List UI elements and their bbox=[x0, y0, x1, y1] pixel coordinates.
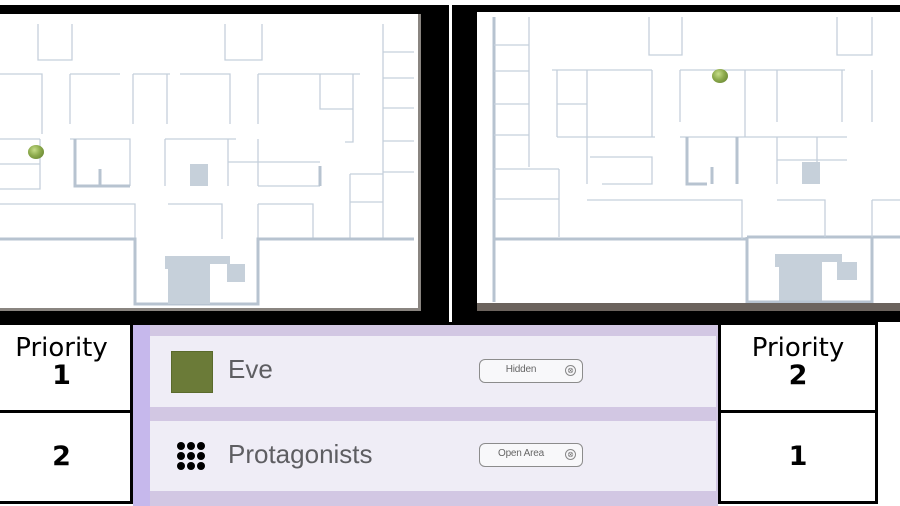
panel-scroll-edge bbox=[133, 325, 150, 506]
priority-value: 2 bbox=[52, 441, 71, 472]
entry-name: Protagonists bbox=[228, 439, 373, 469]
map-view-left[interactable] bbox=[0, 5, 449, 322]
list-item-protagonists[interactable]: Protagonists Open Area ⊗ bbox=[150, 421, 716, 491]
priority-row-right: 1 bbox=[718, 410, 878, 504]
list-item-eve[interactable]: Eve Hidden ⊗ bbox=[150, 336, 716, 407]
floor-plan-walls-right bbox=[492, 17, 900, 303]
priority-header-left: Priority 1 bbox=[0, 322, 133, 413]
tag-chip-open-area[interactable]: Open Area ⊗ bbox=[479, 443, 583, 467]
tag-chip-hidden[interactable]: Hidden ⊗ bbox=[479, 359, 583, 383]
tag-label: Open Area bbox=[497, 448, 544, 459]
tag-label: Hidden bbox=[505, 364, 537, 375]
agent-eve-marker[interactable] bbox=[712, 69, 728, 83]
close-icon[interactable]: ⊗ bbox=[565, 365, 576, 376]
map-view-right[interactable] bbox=[452, 5, 900, 322]
priority-value: 1 bbox=[788, 441, 808, 472]
agent-list-panel: Eve Hidden ⊗ Protagonists Open Area ⊗ bbox=[133, 322, 718, 506]
dot-grid-icon bbox=[177, 442, 207, 470]
color-swatch-icon bbox=[171, 351, 213, 393]
priority-value: 1 bbox=[52, 360, 71, 391]
priority-label: Priority bbox=[15, 333, 108, 363]
floor-plan-walls-left bbox=[0, 24, 414, 306]
entry-name: Eve bbox=[228, 354, 273, 384]
close-icon[interactable]: ⊗ bbox=[565, 449, 576, 460]
priority-row-left: 2 bbox=[0, 410, 133, 504]
priority-label: Priority bbox=[751, 333, 845, 363]
agent-eve-marker[interactable] bbox=[28, 145, 44, 159]
priority-header-right: Priority 2 bbox=[718, 322, 878, 413]
floor-plan-right bbox=[477, 12, 900, 311]
priority-value: 2 bbox=[788, 360, 808, 391]
floor-plan-left bbox=[0, 14, 421, 311]
